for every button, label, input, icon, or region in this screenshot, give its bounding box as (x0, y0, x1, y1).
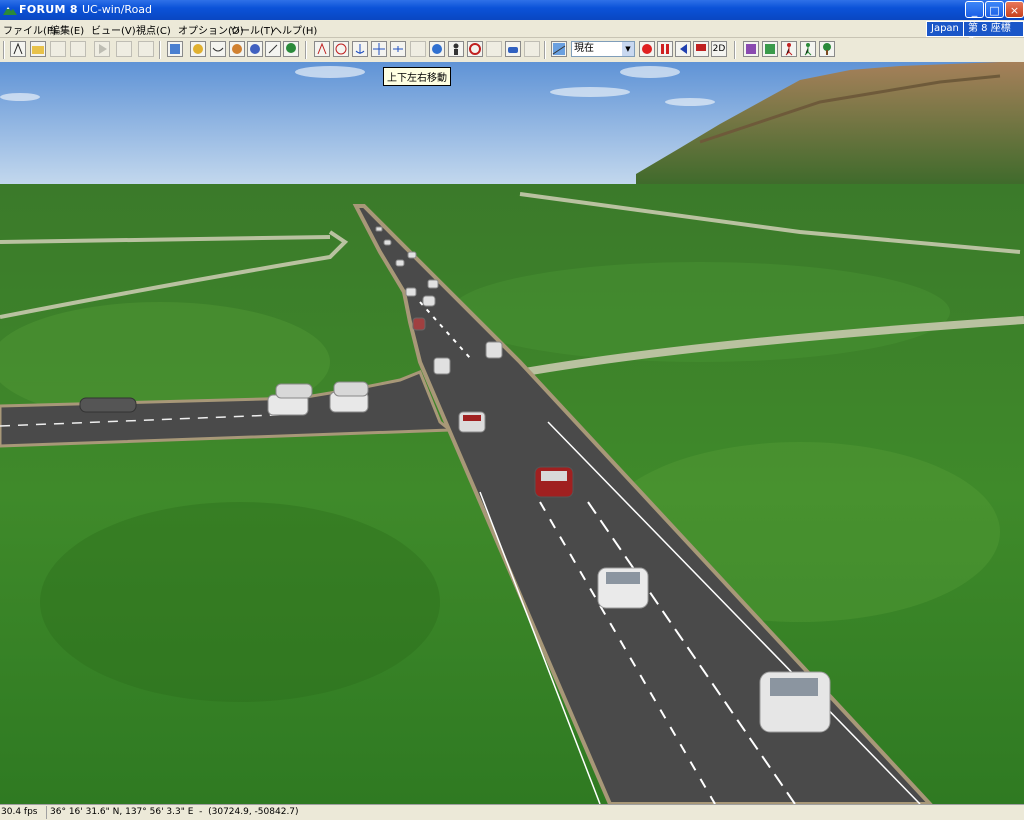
minimize-button[interactable]: _ (965, 1, 984, 18)
rewind-icon[interactable] (675, 41, 691, 57)
coordinate-system-badge[interactable]: 第 8 座標系 (963, 21, 1024, 48)
signal-icon[interactable] (639, 41, 655, 57)
car-far-7 (395, 259, 405, 267)
car-intersection (458, 411, 486, 433)
cross-section-icon[interactable] (210, 41, 226, 57)
menu-edit[interactable]: 編集(E) (50, 22, 84, 37)
3d-viewport[interactable] (0, 62, 1024, 804)
sun-time-icon[interactable] (551, 41, 567, 57)
car-mid-lane (597, 567, 649, 609)
menu-file[interactable]: ファイル(F) (3, 22, 57, 37)
status-bar: 30.4 fps 36° 16' 31.6" N, 137° 56' 3.3" … (0, 804, 1024, 820)
scene (0, 62, 1024, 804)
toolbar: 現在 ▼ 2D (0, 38, 1024, 63)
region-badge[interactable]: Japan (926, 21, 964, 37)
step-back-icon[interactable] (70, 41, 86, 57)
close-button[interactable]: × (1005, 1, 1024, 18)
window-title: UC-win/Road (82, 3, 153, 16)
pedestrian-icon[interactable] (781, 41, 797, 57)
vehicle-icon[interactable] (247, 41, 263, 57)
fly-mode-icon[interactable] (390, 41, 406, 57)
car-far-4 (422, 295, 436, 307)
menu-help[interactable]: ヘルプ(H) (272, 22, 317, 37)
play-icon[interactable] (94, 41, 110, 57)
walker-icon[interactable] (800, 41, 816, 57)
driver-icon[interactable] (448, 41, 464, 57)
tree-icon[interactable] (283, 41, 299, 57)
time-select[interactable]: 現在 ▼ (571, 41, 635, 57)
route-icon[interactable] (265, 41, 281, 57)
open-folder-icon[interactable] (30, 41, 46, 57)
globe-icon[interactable] (429, 41, 445, 57)
new-road-icon[interactable] (10, 41, 26, 57)
move-pan-icon[interactable] (371, 41, 387, 57)
maximize-button[interactable]: □ (985, 1, 1004, 18)
flag-icon[interactable] (693, 41, 709, 57)
chevron-down-icon: ▼ (622, 42, 634, 56)
map-icon[interactable] (762, 41, 778, 57)
toolbar-grip (3, 41, 5, 59)
car-view-icon[interactable] (505, 41, 521, 57)
rotate-icon[interactable] (333, 41, 349, 57)
network-icon[interactable] (743, 41, 759, 57)
terrain-edit-icon[interactable] (190, 41, 206, 57)
menu-viewpoint[interactable]: 視点(C) (136, 22, 171, 37)
fps-readout: 30.4 fps (1, 807, 38, 817)
anchor-icon[interactable] (352, 41, 368, 57)
window-brand: FORUM 8 (19, 3, 78, 16)
car-queue-4 (333, 381, 369, 397)
pause-icon[interactable] (486, 41, 502, 57)
landscape-tree-icon[interactable] (819, 41, 835, 57)
car-far-1 (433, 357, 451, 375)
steering-wheel-icon[interactable] (467, 41, 483, 57)
bus-icon[interactable] (524, 41, 540, 57)
car-far-9 (383, 239, 392, 246)
intersection-icon[interactable] (229, 41, 245, 57)
car-far-5 (405, 287, 417, 297)
car-queue-3 (275, 383, 313, 399)
car-red-suv (534, 466, 574, 498)
menu-tools[interactable]: ツール(T) (230, 22, 274, 37)
car-far-2 (485, 341, 503, 359)
menu-view[interactable]: ビュー(V) (91, 22, 136, 37)
stop-icon[interactable] (50, 41, 66, 57)
coordinate-readout: 36° 16' 31.6" N, 137° 56' 3.3" E - (3072… (50, 807, 299, 817)
title-bar: FORUM 8 UC-win/Road _ □ × (0, 0, 1024, 20)
car-far-8 (407, 251, 417, 259)
scenario-icon[interactable] (167, 41, 183, 57)
step-forward-icon[interactable] (116, 41, 132, 57)
tooltip: 上下左右移動 (383, 67, 451, 86)
car-near-right (759, 671, 831, 733)
car-far-3 (412, 317, 426, 331)
menu-bar: ファイル(F) 編集(E) ビュー(V) 視点(C) オプション(O) ツール(… (0, 20, 1024, 48)
car-dark-left (79, 397, 137, 413)
app-mountain-icon (3, 7, 17, 15)
end-icon[interactable] (138, 41, 154, 57)
crosshair-icon[interactable] (410, 41, 426, 57)
mode-2d-button[interactable]: 2D (711, 41, 727, 57)
car-far-6 (427, 279, 439, 289)
walk-mode-icon[interactable] (314, 41, 330, 57)
record-pause-icon[interactable] (657, 41, 673, 57)
car-far-10 (375, 226, 383, 232)
time-select-value: 現在 (574, 43, 594, 54)
